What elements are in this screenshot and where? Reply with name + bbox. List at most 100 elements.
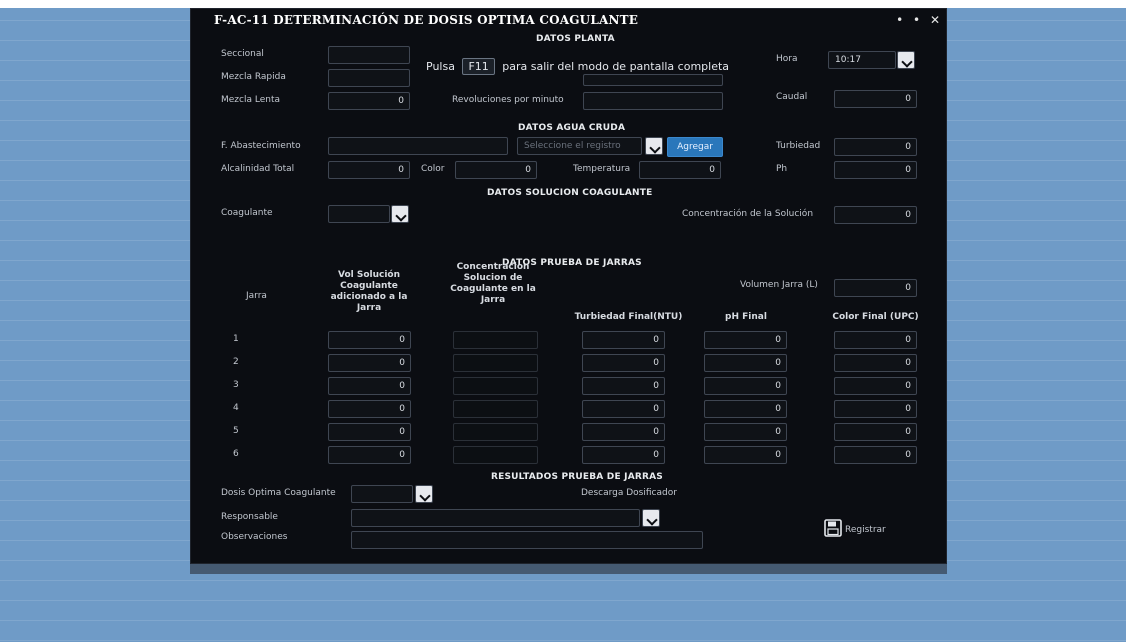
seccional-field[interactable] bbox=[328, 46, 410, 64]
jar-color-value: 0 bbox=[905, 427, 911, 437]
concentracion-field[interactable]: 0 bbox=[834, 206, 917, 224]
mezcla-lenta-field[interactable]: 0 bbox=[328, 92, 410, 110]
window-title: F-AC-11 DETERMINACIÓN DE DOSIS OPTIMA CO… bbox=[214, 13, 639, 27]
close-icon[interactable]: ✕ bbox=[930, 13, 940, 27]
jar-color-value: 0 bbox=[905, 358, 911, 368]
jar-turb-value: 0 bbox=[653, 381, 659, 391]
agregar-button[interactable]: Agregar bbox=[667, 137, 723, 157]
jar-field[interactable]: 0 bbox=[704, 331, 787, 349]
app-window: F-AC-11 DETERMINACIÓN DE DOSIS OPTIMA CO… bbox=[190, 8, 947, 564]
hora-dropdown-chevron-down-icon[interactable] bbox=[897, 51, 915, 69]
section-resultados: RESULTADOS PRUEBA DE JARRAS bbox=[491, 472, 663, 482]
coagulante-label: Coagulante bbox=[221, 208, 273, 218]
dosis-select[interactable] bbox=[351, 485, 413, 503]
jar-field[interactable]: 0 bbox=[582, 446, 665, 464]
jar-field[interactable]: 0 bbox=[704, 400, 787, 418]
jar-field[interactable]: 0 bbox=[834, 423, 917, 441]
revoluciones-label: Revoluciones por minuto bbox=[452, 95, 564, 105]
jar-field[interactable] bbox=[453, 423, 538, 441]
ph-field[interactable]: 0 bbox=[834, 161, 917, 179]
seleccione-placeholder: Seleccione el registro bbox=[524, 141, 621, 151]
dosis-chevron-down-icon[interactable] bbox=[415, 485, 433, 503]
jar-field[interactable]: 0 bbox=[582, 354, 665, 372]
temperatura-value: 0 bbox=[709, 165, 715, 175]
jar-vol-value: 0 bbox=[399, 335, 405, 345]
jar-field[interactable]: 0 bbox=[704, 354, 787, 372]
minimize-control[interactable]: • bbox=[896, 13, 903, 27]
col-color-final: Color Final (UPC) bbox=[832, 312, 919, 322]
jar-field[interactable]: 0 bbox=[582, 400, 665, 418]
coagulante-chevron-down-icon[interactable] bbox=[391, 205, 409, 223]
section-datos-agua-cruda: DATOS AGUA CRUDA bbox=[518, 123, 626, 133]
seleccione-registro-select[interactable]: Seleccione el registro bbox=[517, 137, 642, 155]
hora-label: Hora bbox=[776, 54, 798, 64]
mezcla-rapida-secondary-field[interactable] bbox=[583, 74, 723, 86]
jar-field[interactable]: 0 bbox=[328, 446, 411, 464]
jar-number: 3 bbox=[233, 380, 239, 390]
fullscreen-suffix: para salir del modo de pantalla completa bbox=[502, 60, 730, 73]
jar-vol-value: 0 bbox=[399, 381, 405, 391]
jar-field[interactable] bbox=[453, 400, 538, 418]
abastecimiento-field[interactable] bbox=[328, 137, 508, 155]
jar-field[interactable] bbox=[453, 446, 538, 464]
mezcla-rapida-field[interactable] bbox=[328, 69, 410, 87]
jar-field[interactable]: 0 bbox=[834, 354, 917, 372]
jar-vol-value: 0 bbox=[399, 427, 405, 437]
jar-field[interactable] bbox=[453, 377, 538, 395]
responsable-select[interactable] bbox=[351, 509, 640, 527]
caudal-field[interactable]: 0 bbox=[834, 90, 917, 108]
registro-chevron-down-icon[interactable] bbox=[645, 137, 663, 155]
jar-field[interactable] bbox=[453, 331, 538, 349]
col-turbiedad-final: Turbiedad Final(NTU) bbox=[574, 312, 683, 322]
jar-field[interactable]: 0 bbox=[328, 400, 411, 418]
jar-field[interactable]: 0 bbox=[834, 446, 917, 464]
jar-color-value: 0 bbox=[905, 381, 911, 391]
maximize-control[interactable]: • bbox=[913, 13, 920, 27]
jar-vol-value: 0 bbox=[399, 404, 405, 414]
jar-field[interactable]: 0 bbox=[582, 377, 665, 395]
jar-field[interactable]: 0 bbox=[704, 377, 787, 395]
col-ph-final: pH Final bbox=[725, 312, 767, 322]
turbiedad-field[interactable]: 0 bbox=[834, 138, 917, 156]
volumen-jarra-label: Volumen Jarra (L) bbox=[740, 280, 818, 290]
jar-field[interactable]: 0 bbox=[328, 423, 411, 441]
jar-field[interactable]: 0 bbox=[834, 400, 917, 418]
jar-field[interactable]: 0 bbox=[582, 331, 665, 349]
jar-field[interactable]: 0 bbox=[834, 331, 917, 349]
mezcla-rapida-label: Mezcla Rapida bbox=[221, 72, 286, 82]
alcalinidad-field[interactable]: 0 bbox=[328, 161, 410, 179]
observaciones-label: Observaciones bbox=[221, 532, 288, 542]
jar-vol-value: 0 bbox=[399, 358, 405, 368]
col-jarra: Jarra bbox=[246, 291, 267, 301]
window-controls: • • ✕ bbox=[890, 13, 940, 27]
jar-ph-value: 0 bbox=[775, 427, 781, 437]
hora-field[interactable]: 10:17 bbox=[828, 51, 896, 69]
jar-color-value: 0 bbox=[905, 404, 911, 414]
jar-field[interactable]: 0 bbox=[834, 377, 917, 395]
coagulante-select[interactable] bbox=[328, 205, 390, 223]
jar-field[interactable]: 0 bbox=[328, 377, 411, 395]
temperatura-field[interactable]: 0 bbox=[639, 161, 721, 179]
jar-ph-value: 0 bbox=[775, 450, 781, 460]
revoluciones-field[interactable] bbox=[583, 92, 723, 110]
jar-field[interactable]: 0 bbox=[704, 423, 787, 441]
observaciones-field[interactable] bbox=[351, 531, 703, 549]
window-bottom-edge bbox=[190, 564, 947, 574]
concentracion-value: 0 bbox=[905, 210, 911, 220]
jar-field[interactable]: 0 bbox=[704, 446, 787, 464]
color-field[interactable]: 0 bbox=[455, 161, 537, 179]
jar-field[interactable]: 0 bbox=[582, 423, 665, 441]
turbiedad-value: 0 bbox=[905, 142, 911, 152]
jar-field[interactable]: 0 bbox=[328, 331, 411, 349]
concentracion-label: Concentración de la Solución bbox=[682, 209, 814, 219]
registrar-button[interactable]: Registrar bbox=[824, 519, 886, 541]
jar-field[interactable]: 0 bbox=[328, 354, 411, 372]
col-concentracion: Concentracion Solucion de Coagulante en … bbox=[450, 262, 536, 305]
ph-label: Ph bbox=[776, 164, 788, 174]
jar-color-value: 0 bbox=[905, 335, 911, 345]
jar-field[interactable] bbox=[453, 354, 538, 372]
volumen-jarra-field[interactable]: 0 bbox=[834, 279, 917, 297]
color-label: Color bbox=[421, 164, 445, 174]
responsable-chevron-down-icon[interactable] bbox=[642, 509, 660, 527]
jar-ph-value: 0 bbox=[775, 358, 781, 368]
